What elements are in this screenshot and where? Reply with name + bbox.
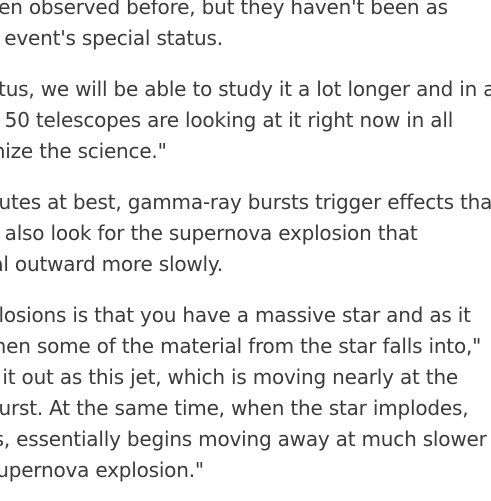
text-line: n also look for the supernova explosion … bbox=[0, 221, 418, 245]
text-line: atus, we will be able to study it a lot … bbox=[0, 77, 491, 101]
text-line: een observed before, but they haven't be… bbox=[0, 0, 448, 19]
article-paragraph-2: atus, we will be able to study it a lot … bbox=[0, 74, 491, 167]
text-line: then some of the material from the star … bbox=[0, 334, 482, 358]
article-paragraph-1: een observed before, but they haven't be… bbox=[0, 0, 491, 54]
article-paragraph-4: plosions is that you have a massive star… bbox=[0, 300, 491, 486]
text-line: mize the science." bbox=[0, 139, 167, 163]
browser-viewport: een observed before, but they haven't be… bbox=[0, 0, 491, 501]
text-line: 0 50 telescopes are looking at it right … bbox=[0, 108, 454, 132]
text-line: e event's special status. bbox=[0, 26, 223, 50]
text-line: nutes at best, gamma-ray bursts trigger … bbox=[0, 190, 491, 214]
text-line: s it out as this jet, which is moving ne… bbox=[0, 365, 459, 389]
text-line: ts, essentially begins moving away at mu… bbox=[0, 427, 487, 451]
text-line: plosions is that you have a massive star… bbox=[0, 303, 471, 327]
text-line: burst. At the same time, when the star i… bbox=[0, 396, 469, 420]
text-line: ial outward more slowly. bbox=[0, 252, 223, 276]
article-paragraph-3: nutes at best, gamma-ray bursts trigger … bbox=[0, 187, 491, 280]
text-line: supernova explosion." bbox=[0, 458, 204, 482]
article-body: een observed before, but they haven't be… bbox=[0, 0, 491, 501]
